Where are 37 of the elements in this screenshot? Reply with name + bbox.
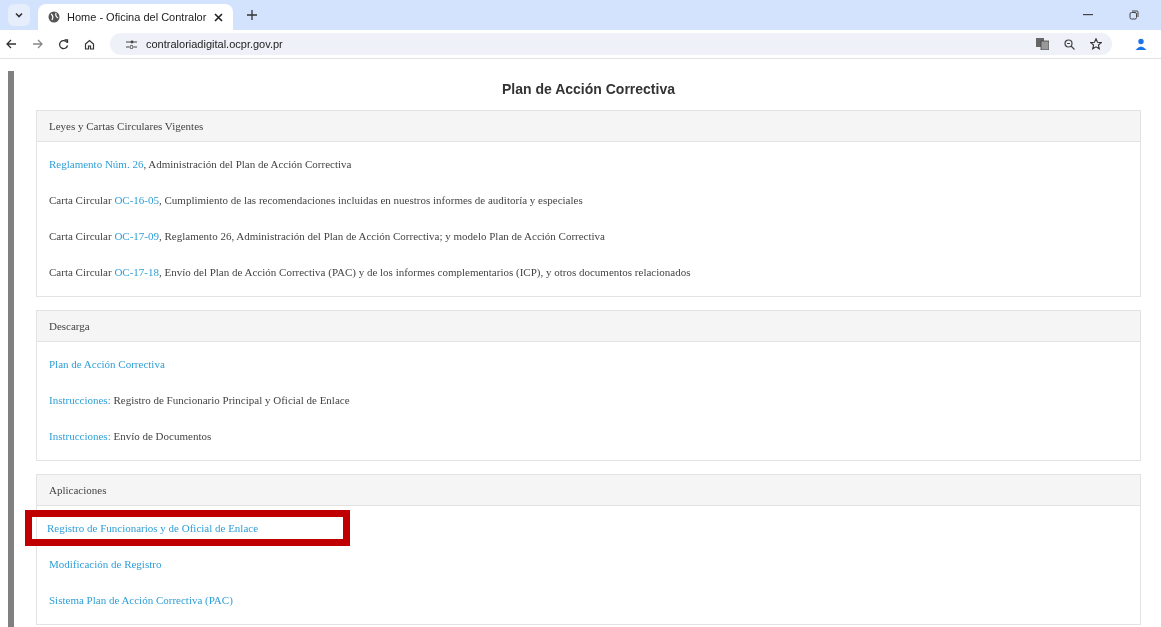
translate-icon[interactable] bbox=[1036, 38, 1049, 50]
section-heading: Descarga bbox=[37, 311, 1140, 342]
document-link[interactable]: Plan de Acción Correctiva bbox=[49, 358, 165, 370]
document-entry: Carta Circular OC-17-09, Reglamento 26, Administración del Plan de Acción Correctiva; y modelo Plan de Acción Correctiva bbox=[48, 229, 606, 244]
document-entry: Reglamento Núm. 26, Administración del Plan de Acción Correctiva bbox=[48, 157, 353, 172]
section-heading: Aplicaciones bbox=[37, 475, 1140, 506]
zoom-icon[interactable] bbox=[1064, 38, 1075, 50]
document-entry: Instrucciones: Registro de Funcionario Principal y Oficial de Enlace bbox=[48, 393, 351, 408]
minimize-icon[interactable] bbox=[1083, 14, 1093, 16]
document-link[interactable]: Modificación de Registro bbox=[49, 558, 162, 570]
section-heading: Leyes y Cartas Circulares Vigentes bbox=[37, 111, 1140, 142]
document-link[interactable]: Instrucciones: bbox=[49, 430, 111, 442]
profile-icon[interactable] bbox=[1135, 38, 1147, 50]
star-icon[interactable] bbox=[1090, 38, 1102, 50]
document-link[interactable]: OC-17-09 bbox=[114, 230, 159, 242]
globe-icon bbox=[48, 11, 60, 23]
document-link[interactable]: Sistema Plan de Acción Correctiva (PAC) bbox=[49, 594, 233, 606]
close-icon[interactable] bbox=[214, 12, 223, 22]
page-title: Plan de Acción Correctiva bbox=[501, 81, 676, 97]
new-tab-icon[interactable] bbox=[247, 10, 257, 20]
caret-icon bbox=[14, 10, 24, 20]
home-icon[interactable] bbox=[84, 38, 95, 50]
document-link[interactable]: OC-17-18 bbox=[114, 266, 159, 278]
tab-list-button[interactable] bbox=[8, 4, 30, 26]
restore-icon[interactable] bbox=[1129, 10, 1139, 20]
reload-icon[interactable] bbox=[58, 38, 69, 50]
forward-icon[interactable] bbox=[32, 39, 43, 49]
document-entry: Instrucciones: Envío de Documentos bbox=[48, 429, 213, 444]
document-link[interactable]: Registro de Funcionarios y de Oficial de Enlace bbox=[47, 522, 259, 534]
document-link[interactable]: Instrucciones: bbox=[49, 394, 111, 406]
back-icon[interactable] bbox=[6, 39, 17, 49]
document-link[interactable]: OC-16-05 bbox=[114, 194, 159, 206]
site-settings-icon[interactable] bbox=[126, 39, 137, 49]
address-bar[interactable]: contraloriadigital.ocpr.gov.pr bbox=[110, 33, 1112, 55]
document-entry: Carta Circular OC-16-05, Cumplimiento de las recomendaciones incluidas en nuestros informes de auditoría y especiales bbox=[48, 193, 584, 208]
document-entry: Carta Circular OC-17-18, Envío del Plan de Acción Correctiva (PAC) y de los informes complementarios (ICP), y otros documentos relacionados bbox=[48, 265, 692, 280]
browser-tab[interactable]: Home - Oficina del Contralor bbox=[38, 4, 233, 30]
